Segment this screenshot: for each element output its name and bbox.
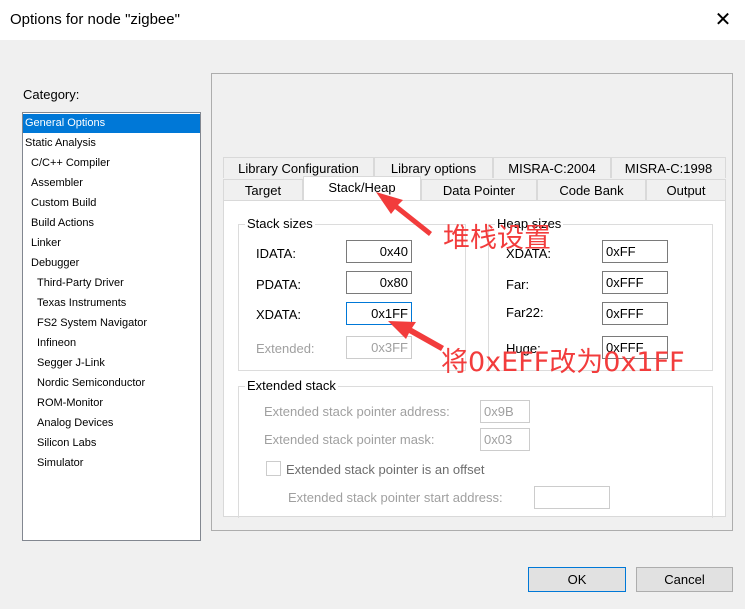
annotation-arrows: [376, 192, 444, 351]
arrow-to-stack-heap-tab: [376, 192, 432, 236]
annotation-stack-settings: 堆栈设置: [443, 223, 551, 254]
arrow-to-xdata-field: [388, 321, 444, 351]
annotation-change-value: 将0xEFF改为0x1FF: [441, 347, 685, 378]
